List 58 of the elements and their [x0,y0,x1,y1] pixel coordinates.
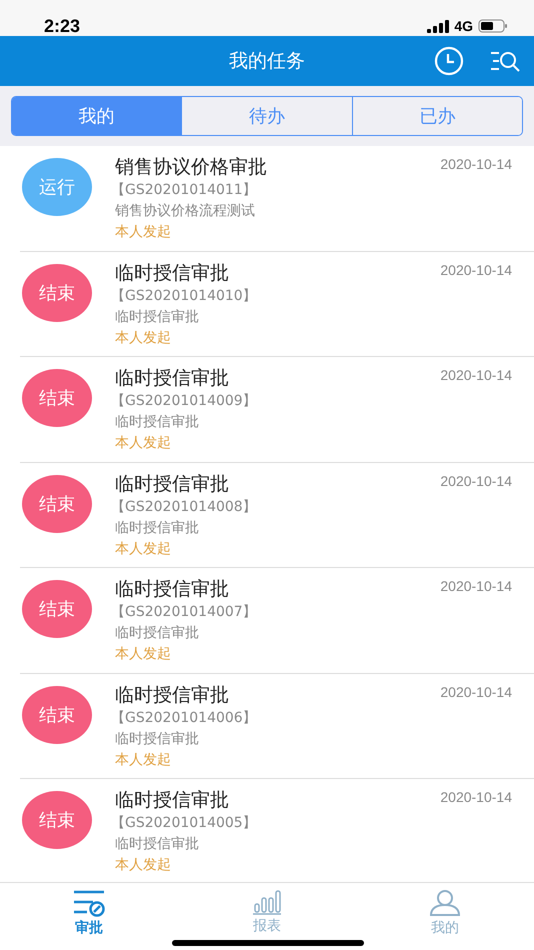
task-title: 临时授信审批 [115,366,229,391]
task-origin: 本人发起 [115,750,172,770]
task-date: 2020-10-14 [440,578,512,594]
task-date: 2020-10-14 [440,156,512,172]
status-time: 2:23 [44,16,80,36]
task-code: 【GS20201014005】 [111,814,258,833]
task-title: 销售协议价格审批 [115,155,267,180]
status-badge: 结束 [22,686,92,744]
task-code: 【GS20201014008】 [111,498,258,516]
task-origin: 本人发起 [115,540,172,558]
task-item[interactable]: 结束 临时授信审批 2020-10-14 【GS20201014006】 临时授信审批 本人发起 [0,674,534,779]
header-title: 我的任务 [229,49,305,74]
task-date: 2020-10-14 [440,789,512,805]
task-code: 【GS20201014010】 [111,286,258,306]
task-description: 临时授信审批 [115,624,200,643]
list-edit-icon [73,889,105,917]
task-origin: 本人发起 [115,434,172,453]
task-title: 临时授信审批 [115,682,229,708]
task-date: 2020-10-14 [440,472,512,488]
task-origin: 本人发起 [115,223,172,242]
status-badge: 结束 [22,264,92,322]
task-item[interactable]: 结束 临时授信审批 2020-10-14 【GS20201014009】 临时授信审批 本人发起 [0,357,534,462]
bar-chart-icon [252,889,282,915]
task-date: 2020-10-14 [440,684,512,700]
signal-icon [427,20,450,32]
task-item[interactable]: 运行 销售协议价格审批 2020-10-14 【GS20201014011】 销售协议价格流程测试 本人发起 [0,146,534,252]
task-date: 2020-10-14 [440,262,512,278]
status-badge: 结束 [22,580,92,638]
task-description: 临时授信审批 [115,730,200,748]
task-description: 临时授信审批 [115,413,200,432]
task-item[interactable]: 结束 临时授信审批 2020-10-14 【GS20201014007】 临时授信审批 本人发起 [0,568,534,674]
task-code: 【GS20201014006】 [111,708,258,728]
status-badge: 运行 [22,158,92,216]
status-badge: 结束 [22,791,92,849]
task-code: 【GS20201014007】 [111,603,258,622]
task-title: 临时授信审批 [115,577,229,602]
task-origin: 本人发起 [115,328,172,348]
task-code: 【GS20201014009】 [111,392,258,411]
user-icon [429,889,461,917]
battery-icon [478,19,508,33]
status-badge: 结束 [22,474,92,532]
task-item[interactable]: 结束 临时授信审批 2020-10-14 【GS20201014010】 临时授信审批 本人发起 [0,252,534,357]
task-description: 销售协议价格流程测试 [115,202,256,221]
task-description: 临时授信审批 [115,835,200,854]
task-description: 临时授信审批 [115,308,200,326]
nav-tab[interactable]: 审批 [0,883,178,950]
task-title: 临时授信审批 [115,260,229,286]
task-title: 临时授信审批 [115,788,229,813]
task-item[interactable]: 结束 临时授信审批 2020-10-14 【GS20201014008】 临时授信审批 本人发起 [0,462,534,568]
status-badge: 结束 [22,369,92,427]
task-title: 临时授信审批 [115,472,229,496]
task-date: 2020-10-14 [440,367,512,383]
task-code: 【GS20201014011】 [111,181,258,200]
clock-icon[interactable] [434,46,464,76]
task-origin: 本人发起 [115,856,172,875]
network-label: 4G [454,18,473,34]
task-description: 临时授信审批 [115,518,200,538]
task-origin: 本人发起 [115,645,172,664]
